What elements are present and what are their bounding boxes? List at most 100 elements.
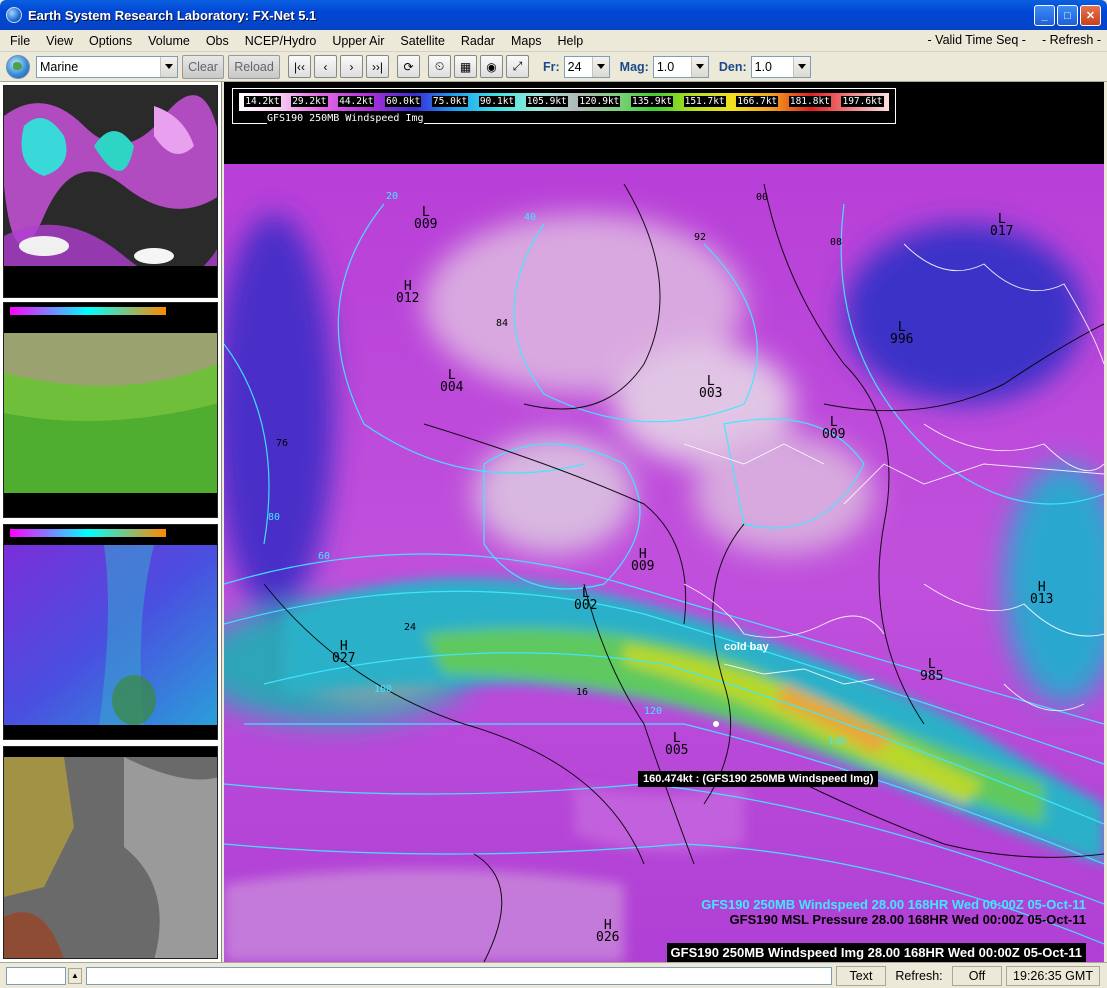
reload-button[interactable]: Reload	[228, 54, 280, 79]
close-button[interactable]: ✕	[1080, 5, 1101, 26]
legend-label: 181.8kt	[788, 96, 831, 107]
pressure-center: L 003	[699, 375, 722, 400]
thumbnail-satellite[interactable]	[3, 746, 218, 959]
pressure-center: L 996	[890, 321, 914, 347]
mag-select[interactable]: 1.0	[652, 55, 709, 78]
valid-time-seq-menu[interactable]: - Valid Time Seq -	[928, 33, 1026, 47]
legend-labels: 14.2kt 29.2kt 44.2kt 60.0kt 75.0kt 90.1k…	[239, 96, 889, 107]
menu-view[interactable]: View	[38, 34, 81, 48]
window-title: Earth System Research Laboratory: FX-Net…	[28, 7, 317, 23]
thumbnail-satellite-image	[4, 747, 217, 958]
toolbar: Marine Clear Reload |‹‹ ‹ › ››| ⟳ ⏲ ▦ ◉ …	[0, 52, 1107, 82]
status-message	[86, 966, 832, 985]
contour-label: 00	[756, 192, 769, 203]
legend-label: 44.2kt	[338, 96, 375, 107]
cursor-readout: 160.474kt : (GFS190 250MB Windspeed Img)	[638, 771, 879, 787]
maximize-button[interactable]: □	[1057, 5, 1078, 26]
pressure-value: 996	[890, 332, 914, 347]
contour-label: 20	[386, 191, 399, 202]
pressure-value: 005	[665, 743, 689, 758]
globe-icon[interactable]	[6, 54, 30, 79]
zoom-icon[interactable]: ⤢	[506, 55, 529, 78]
menu-file[interactable]: File	[2, 34, 38, 48]
frames-select[interactable]: 24	[563, 55, 610, 78]
pressure-value: 012	[396, 291, 420, 306]
menu-maps[interactable]: Maps	[503, 34, 550, 48]
menu-radar[interactable]: Radar	[453, 34, 503, 48]
menu-obs[interactable]: Obs	[198, 34, 237, 48]
legend-label: 166.7kt	[736, 96, 779, 107]
pressure-value: 985	[920, 669, 944, 684]
image-settings-icon[interactable]: ▦	[454, 55, 477, 78]
next-frame-icon[interactable]: ›	[340, 55, 363, 78]
den-select[interactable]: 1.0	[750, 55, 811, 78]
chevron-down-icon[interactable]	[160, 56, 177, 77]
refresh-menu[interactable]: - Refresh -	[1042, 33, 1101, 47]
chevron-down-icon[interactable]	[690, 56, 708, 77]
legend-label: 90.1kt	[478, 96, 516, 107]
pressure-value: 013	[1030, 592, 1054, 607]
contour-label: 80	[268, 512, 281, 523]
menu-volume[interactable]: Volume	[140, 34, 198, 48]
region-select[interactable]: Marine	[36, 55, 178, 78]
menu-satellite[interactable]: Satellite	[392, 34, 452, 48]
contour-label: 24	[404, 622, 417, 633]
pressure-center: H 026	[596, 919, 619, 944]
map-view[interactable]: 14.2kt 29.2kt 44.2kt 60.0kt 75.0kt 90.1k…	[224, 82, 1104, 962]
legend-label: 197.6kt	[841, 96, 884, 107]
clear-button[interactable]: Clear	[182, 54, 224, 79]
product-line-pressure: GFS190 MSL Pressure 28.00 168HR Wed 00:0…	[729, 912, 1086, 927]
frames-label: Fr:	[543, 59, 560, 74]
pressure-center: L 017	[990, 213, 1014, 239]
refresh-toggle[interactable]: Off	[952, 965, 1002, 986]
pressure-value: 009	[822, 427, 846, 442]
contour-label: 140	[828, 736, 847, 747]
legend-label: 120.9kt	[578, 96, 621, 107]
menu-bar: File View Options Volume Obs NCEP/Hydro …	[0, 30, 1107, 52]
legend-label: 29.2kt	[291, 96, 328, 107]
pressure-center: H 012	[396, 280, 420, 306]
pressure-value: 017	[990, 224, 1014, 239]
contour-label: 40	[524, 212, 537, 223]
last-frame-icon[interactable]: ››|	[366, 55, 389, 78]
contour-label: 92	[694, 232, 707, 243]
menu-ncep-hydro[interactable]: NCEP/Hydro	[237, 34, 325, 48]
contour-label: 08	[830, 237, 843, 248]
contour-label: 100	[374, 684, 393, 695]
chevron-down-icon[interactable]	[792, 56, 810, 77]
frames-select-value: 24	[567, 59, 582, 74]
chevron-down-icon[interactable]	[591, 56, 609, 77]
contour-label: 84	[496, 318, 509, 329]
pressure-center: L 002	[574, 587, 597, 612]
region-select-value: Marine	[40, 59, 79, 74]
pressure-center: L 005	[665, 732, 689, 758]
minimize-button[interactable]: _	[1034, 5, 1055, 26]
pressure-value: 004	[440, 380, 464, 395]
loop-icon[interactable]: ⟳	[397, 55, 420, 78]
menu-options[interactable]: Options	[81, 34, 140, 48]
pressure-center: H 009	[631, 548, 654, 573]
chevron-up-icon[interactable]: ▲	[68, 967, 82, 984]
thumbnail-precip[interactable]	[3, 85, 218, 298]
menu-upper-air[interactable]: Upper Air	[324, 34, 392, 48]
first-frame-icon[interactable]: |‹‹	[288, 55, 311, 78]
contour-label: 120	[644, 706, 663, 717]
thumbnail-temperature[interactable]	[3, 302, 218, 518]
auto-update-icon[interactable]: ⏲	[428, 55, 451, 78]
thumbnail-temperature-image	[4, 303, 217, 517]
text-button[interactable]: Text	[836, 965, 886, 986]
pressure-center: L 985	[920, 658, 944, 684]
thumbnail-precip-image	[4, 86, 217, 297]
legend-title: GFS190 250MB Windspeed Img	[267, 113, 424, 124]
place-label: cold bay	[724, 641, 769, 653]
mag-select-value: 1.0	[656, 59, 675, 74]
prev-frame-icon[interactable]: ‹	[314, 55, 337, 78]
color-table-icon[interactable]: ◉	[480, 55, 503, 78]
menu-help[interactable]: Help	[550, 34, 592, 48]
thumbnail-relative-humidity[interactable]	[3, 524, 218, 740]
windspeed-map	[224, 164, 1104, 962]
refresh-label: Refresh:	[890, 965, 948, 986]
thumbnail-rh-image	[4, 525, 217, 739]
legend-label: 60.0kt	[385, 96, 422, 107]
status-input[interactable]	[6, 966, 66, 985]
